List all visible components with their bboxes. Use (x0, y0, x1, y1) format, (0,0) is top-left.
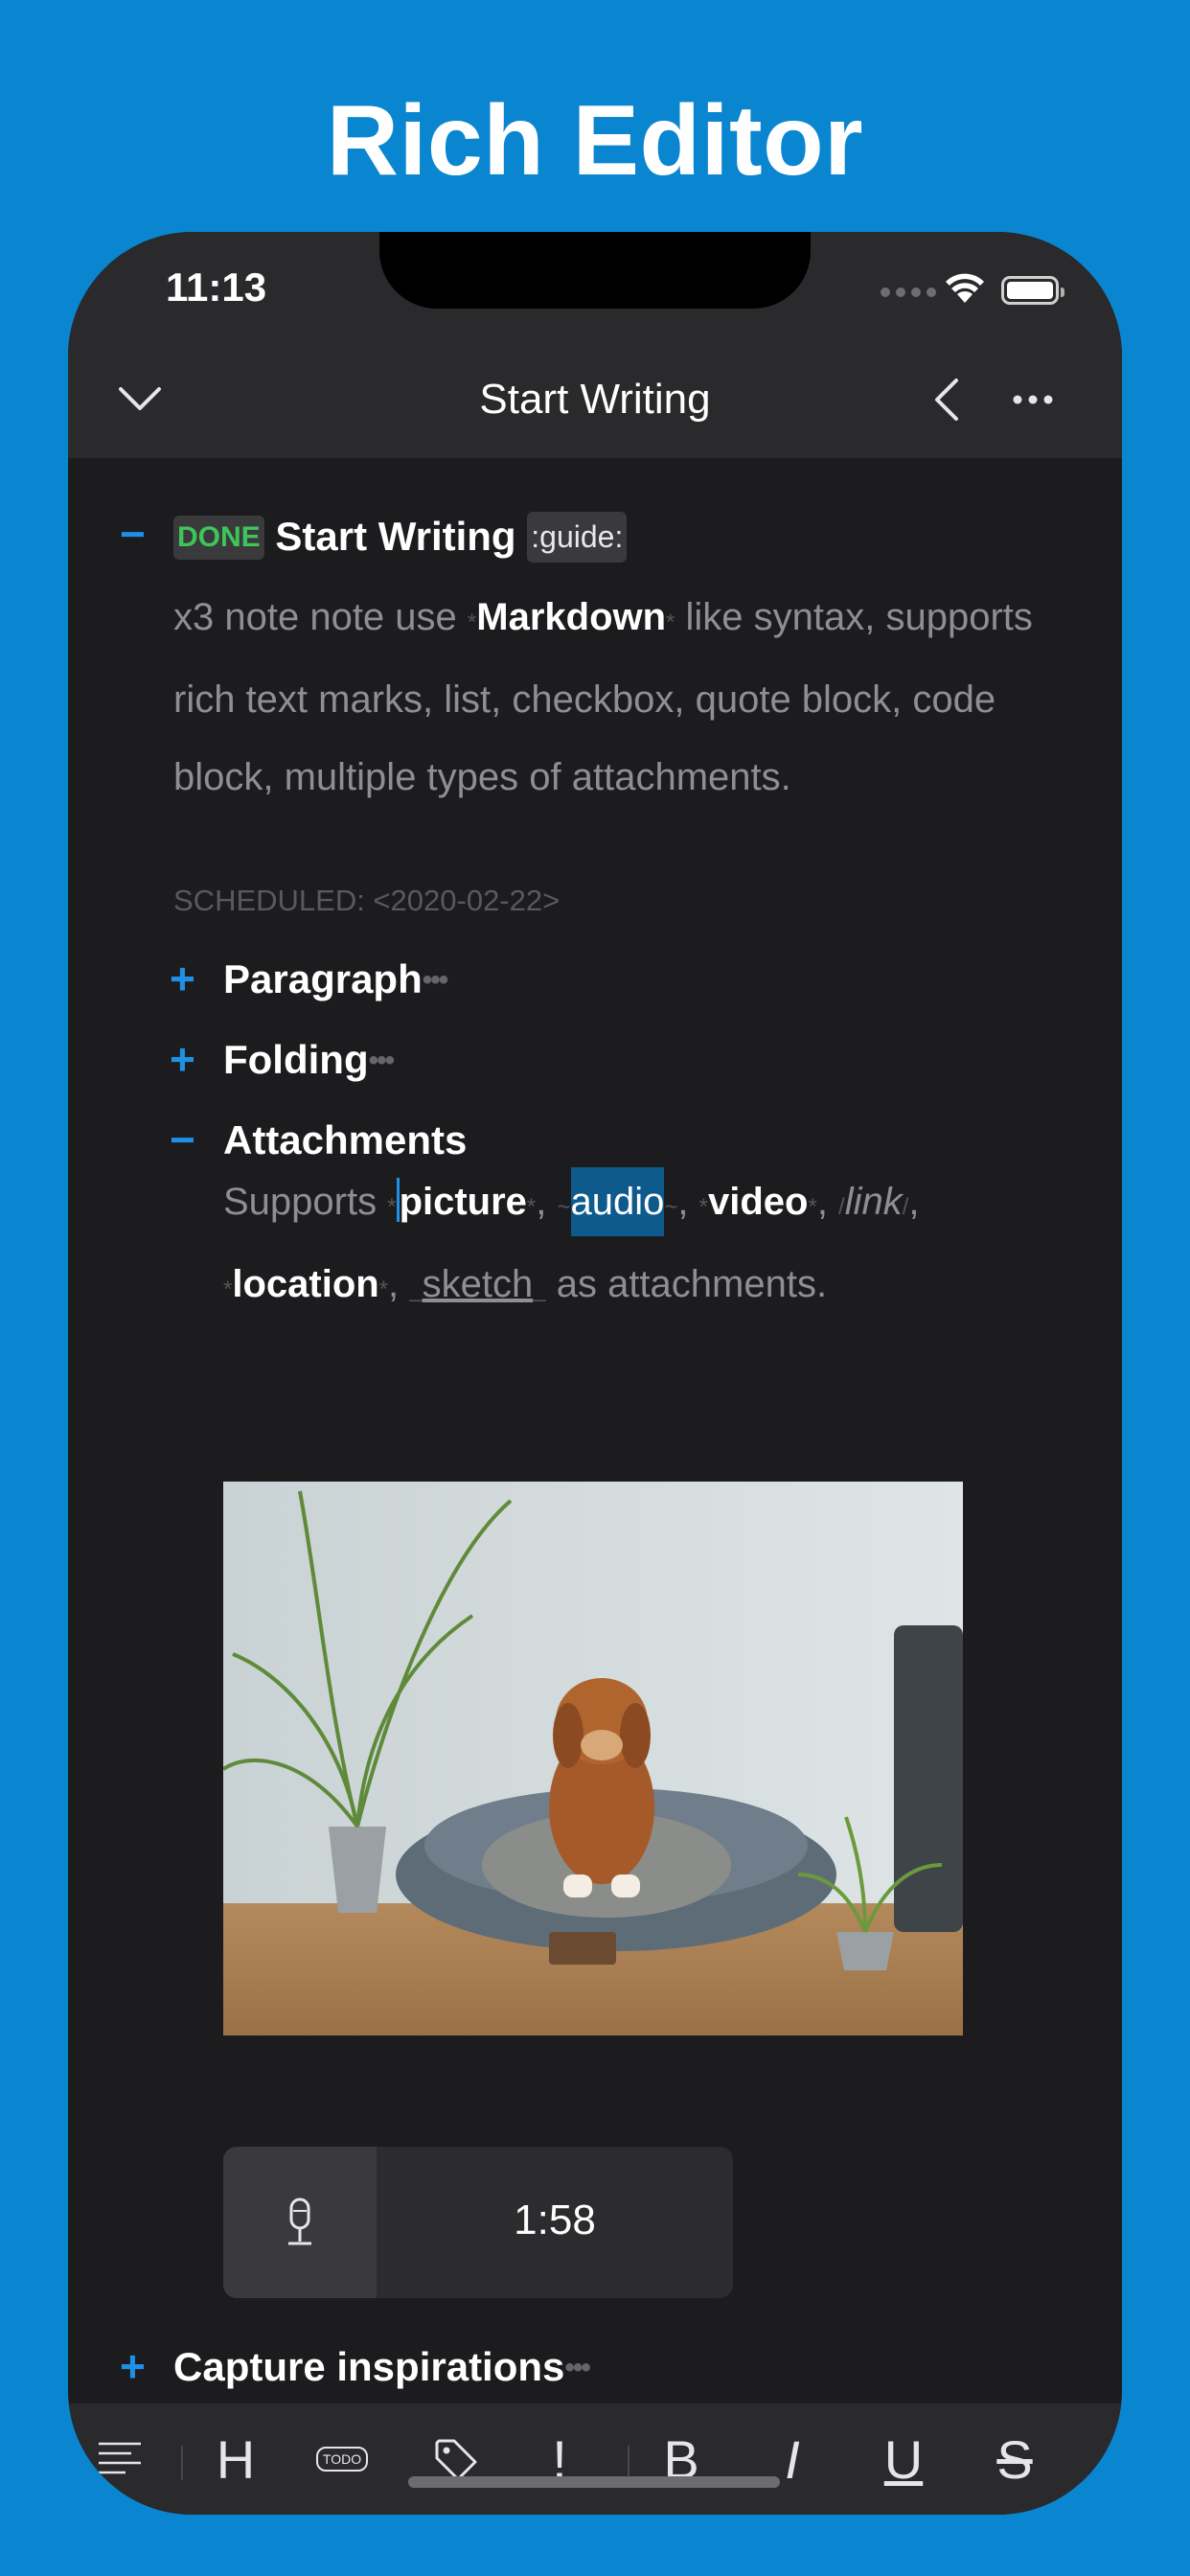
toolbar-separator (628, 2446, 629, 2480)
attachments-paragraph[interactable]: Supports *picture*, ~audio~, *video*, /l… (223, 1163, 1105, 1328)
markup-underscore: _ (409, 1276, 423, 1302)
markup-underscore: _ (533, 1276, 546, 1302)
heading-button[interactable]: H (202, 2428, 269, 2490)
markup-star: * (808, 1194, 817, 1220)
scheduled-date: SCHEDULED: <2020-02-22> (173, 884, 561, 917)
markup-tilde: ~ (664, 1194, 678, 1220)
wifi-icon (946, 273, 984, 303)
sketch-underline: sketch (422, 1263, 534, 1305)
main-heading[interactable]: DONE Start Writing :guide: (173, 512, 628, 563)
heading-title: Start Writing (275, 514, 516, 559)
markdown-bold: Markdown (476, 596, 667, 638)
home-indicator (408, 2476, 780, 2488)
section-folding[interactable]: Folding••• (223, 1037, 395, 1083)
markup-star: * (467, 610, 477, 635)
align-left-icon (99, 2442, 141, 2474)
nav-bar: Start Writing (68, 337, 1122, 458)
intro-paragraph[interactable]: x3 note note use *Markdown* like syntax,… (173, 579, 1036, 816)
more-icon (1013, 395, 1053, 404)
markup-star: * (223, 1276, 233, 1302)
more-button[interactable] (999, 366, 1066, 433)
folded-indicator[interactable]: ••• (564, 2352, 590, 2383)
intro-text: x3 note note use (173, 596, 468, 638)
attach-tail: as attachments. (545, 1263, 828, 1305)
section-title: Attachments (223, 1117, 468, 1162)
underline-button[interactable]: U (875, 2428, 932, 2490)
microphone-icon (288, 2197, 311, 2245)
folded-indicator[interactable]: ••• (423, 964, 448, 996)
editor-content[interactable]: − DONE Start Writing :guide: x3 note not… (68, 458, 1122, 2409)
link-italic: link (844, 1181, 903, 1223)
todo-button[interactable]: TODO (313, 2428, 371, 2490)
comma: , (816, 1181, 839, 1223)
status-time: 11:13 (166, 264, 267, 310)
markup-star: * (698, 1194, 708, 1220)
folded-indicator[interactable]: ••• (369, 1045, 395, 1076)
attach-text: Supports (223, 1181, 388, 1223)
location-bold: location (232, 1263, 379, 1305)
tag-icon (435, 2439, 477, 2481)
audio-attachment[interactable]: 1:58 (223, 2147, 733, 2298)
markup-tilde: ~ (557, 1194, 571, 1220)
dog-photo-attachment[interactable] (223, 1482, 963, 2036)
phone-frame: 11:13 Start Writing − DONE Start Writing… (68, 232, 1122, 2515)
audio-highlight: audio (570, 1167, 665, 1236)
battery-icon (1001, 276, 1064, 305)
strikethrough-button[interactable]: S (986, 2428, 1043, 2490)
section-paragraph[interactable]: Paragraph••• (223, 956, 448, 1002)
comma: , (677, 1181, 699, 1223)
section-title: Capture inspirations (173, 2344, 565, 2389)
collapse-toggle[interactable]: − (170, 1114, 195, 1165)
comma: , (388, 1263, 410, 1305)
section-attachments[interactable]: Attachments (223, 1117, 467, 1163)
section-title: Folding (223, 1037, 369, 1082)
markup-star: * (526, 1194, 537, 1220)
cellular-signal-icon (881, 288, 936, 297)
markup-star: * (378, 1276, 389, 1302)
back-button[interactable] (913, 366, 980, 433)
expand-toggle[interactable]: + (120, 2340, 146, 2392)
notch (379, 232, 811, 309)
collapse-toggle[interactable]: − (120, 508, 146, 560)
toolbar-separator (181, 2446, 183, 2480)
section-capture-inspirations[interactable]: Capture inspirations••• (173, 2344, 591, 2390)
audio-mic-button[interactable] (223, 2147, 377, 2298)
paragraph-style-button[interactable] (91, 2428, 149, 2490)
comma: , (908, 1181, 920, 1223)
audio-duration: 1:58 (514, 2196, 596, 2243)
todo-icon: TODO (315, 2447, 369, 2472)
expand-toggle[interactable]: + (170, 1033, 195, 1085)
markup-star: * (666, 610, 675, 635)
banner-title: Rich Editor (326, 85, 864, 196)
chevron-left-icon (935, 379, 958, 421)
video-bold: video (707, 1181, 809, 1223)
guide-tag[interactable]: :guide: (527, 512, 628, 563)
expand-toggle[interactable]: + (170, 953, 195, 1004)
markup-slash: / (838, 1194, 845, 1220)
format-toolbar: H TODO ! B I U S (68, 2404, 1122, 2515)
markup-star: * (387, 1194, 397, 1220)
done-tag[interactable]: DONE (173, 516, 264, 560)
section-title: Paragraph (223, 956, 423, 1001)
comma: , (536, 1181, 558, 1223)
picture-bold: picture (399, 1181, 527, 1223)
